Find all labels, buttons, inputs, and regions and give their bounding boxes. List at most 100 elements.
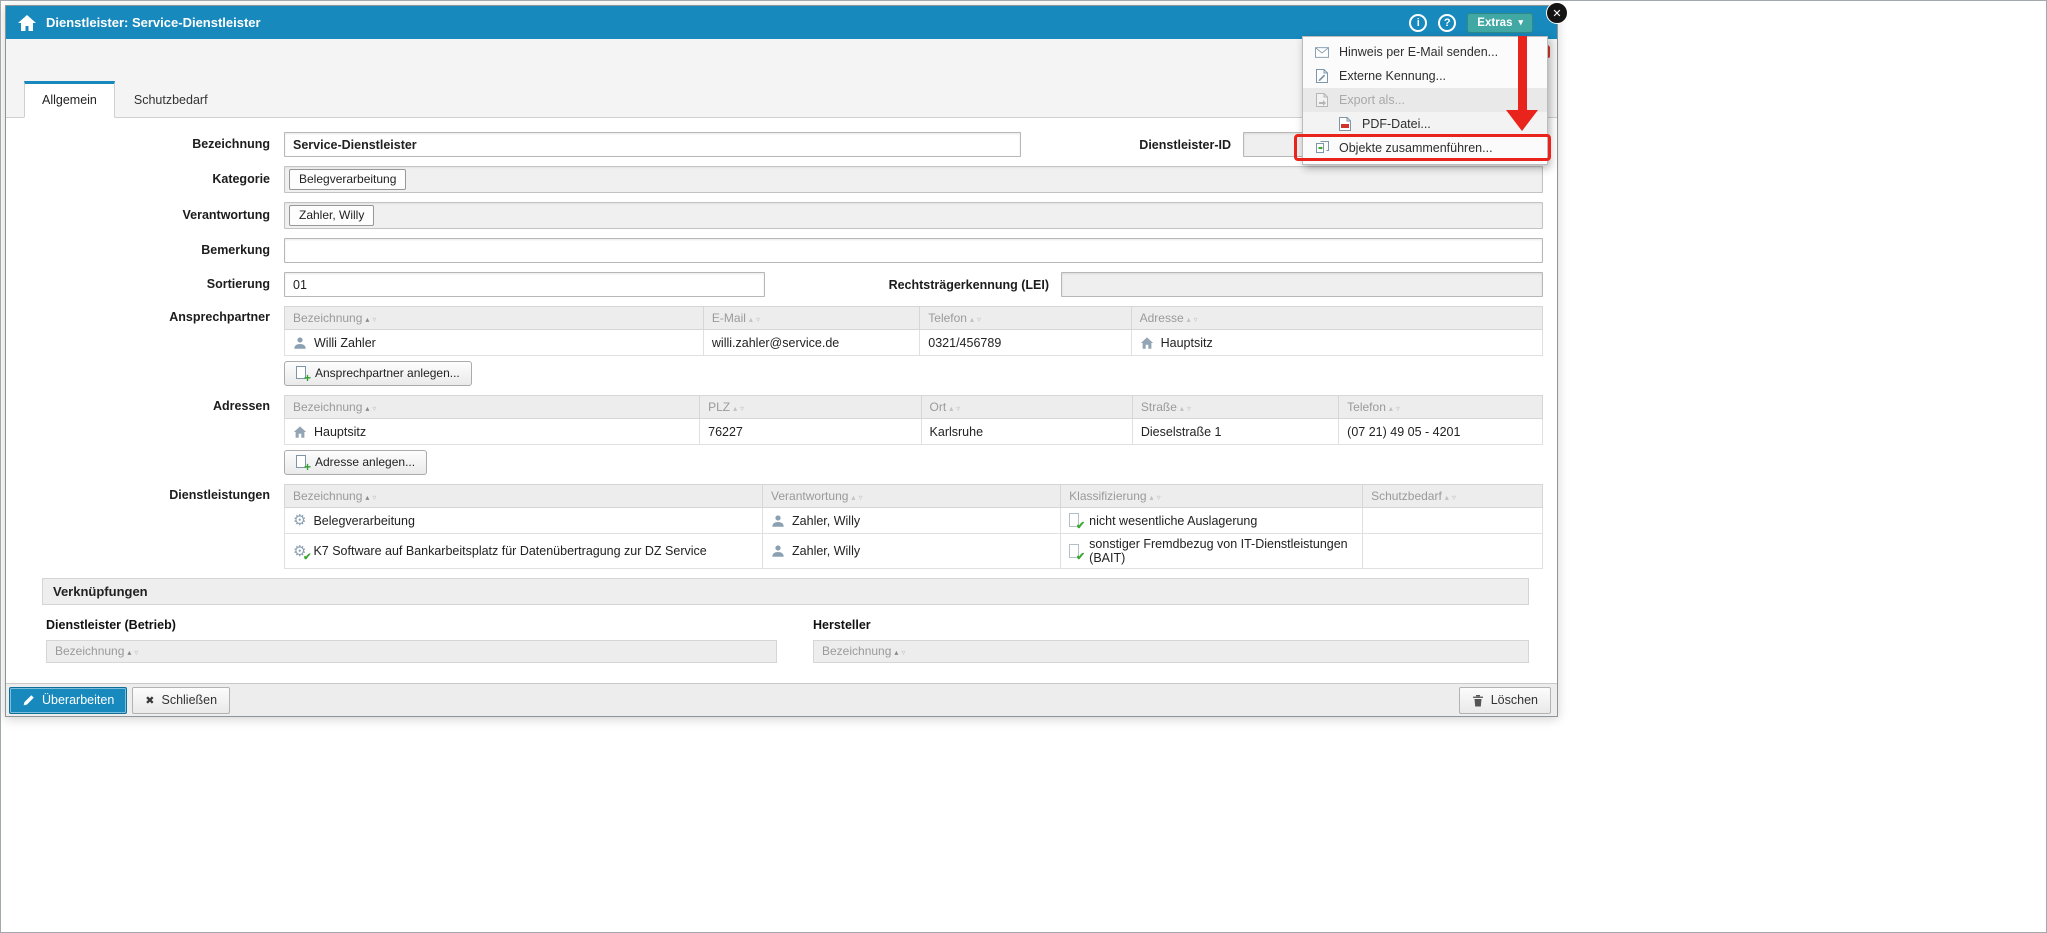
export-icon [1314,93,1330,107]
verantwortung-field[interactable]: Zahler, Willy [284,202,1543,229]
adresse-anlegen-button[interactable]: Adresse anlegen... [284,450,427,475]
add-document-icon [296,455,308,469]
sort-desc-icon: ▿ [1194,315,1198,324]
sort-asc-icon: ▴ [365,404,369,413]
row-adressen: Adressen Bezeichnung▴▿ PLZ▴▿ Ort▴▿ Straß… [6,395,1543,475]
ueberarbeiten-button[interactable]: Überarbeiten [9,687,127,714]
dienstleistungen-table: Bezeichnung▴▿ Verantwortung▴▿ Klassifizi… [284,484,1543,569]
column-header-bezeichnung[interactable]: Bezeichnung▴▿ [285,396,700,419]
bezeichnung-input[interactable] [284,132,1021,157]
tab-schutzbedarf[interactable]: Schutzbedarf [117,81,225,117]
address-icon [1140,336,1154,350]
close-icon[interactable]: ✕ [1546,2,1568,24]
help-icon[interactable]: ? [1438,14,1456,32]
pencil-icon [22,694,35,707]
adressen-label: Adressen [6,395,284,418]
verknuepfungen-header: Verknüpfungen [42,578,1529,605]
classification-icon [1069,513,1082,528]
info-icon[interactable]: i [1409,14,1427,32]
tab-content-allgemein: Bezeichnung Dienstleister-ID Kategorie B… [6,118,1557,683]
column-header-adresse[interactable]: Adresse▴▿ [1131,307,1542,330]
sort-asc-icon: ▴ [894,648,898,657]
lei-input[interactable] [1061,272,1543,297]
classification-icon [1069,544,1082,559]
sort-desc-icon: ▿ [372,493,376,502]
contact-icon [293,336,307,350]
loeschen-button[interactable]: Löschen [1459,687,1551,714]
menu-item-pdf-datei[interactable]: PDF-Datei... [1303,112,1547,136]
close-x-icon: ✖ [145,694,154,707]
row-bemerkung: Bemerkung [6,238,1543,263]
ansprechpartner-anlegen-button[interactable]: Ansprechpartner anlegen... [284,361,472,386]
column-header-klassifizierung[interactable]: Klassifizierung▴▿ [1061,485,1363,508]
hersteller-column-header[interactable]: Bezeichnung▴▿ [813,640,1529,663]
sort-desc-icon: ▿ [956,404,960,413]
verantwortung-chip[interactable]: Zahler, Willy [289,205,374,226]
sort-asc-icon: ▴ [851,493,855,502]
column-header-bezeichnung[interactable]: Bezeichnung▴▿ [285,307,704,330]
kategorie-field[interactable]: Belegverarbeitung [284,166,1543,193]
adressen-table: Bezeichnung▴▿ PLZ▴▿ Ort▴▿ Straße▴▿ Telef… [284,395,1543,445]
row-kategorie: Kategorie Belegverarbeitung [6,166,1543,193]
column-header-telefon[interactable]: Telefon▴▿ [1339,396,1543,419]
sort-asc-icon: ▴ [1389,404,1393,413]
dienstleister-dialog: Dienstleister: Service-Dienstleister i ?… [5,5,1558,717]
column-header-plz[interactable]: PLZ▴▿ [700,396,921,419]
tab-allgemein[interactable]: Allgemein [24,81,115,118]
row-ansprechpartner: Ansprechpartner Bezeichnung▴▿ E-Mail▴▿ T… [6,306,1543,386]
adresse-row[interactable]: Hauptsitz 76227 Karlsruhe Dieselstraße 1… [285,419,1543,445]
verknuepfungen-columns: Dienstleister (Betrieb) Bezeichnung▴▿ He… [46,618,1529,663]
dienstleister-betrieb-column-header[interactable]: Bezeichnung▴▿ [46,640,777,663]
column-header-verantwortung[interactable]: Verantwortung▴▿ [763,485,1061,508]
footer-toolbar: Überarbeiten ✖ Schließen Löschen [6,683,1557,716]
column-header-email[interactable]: E-Mail▴▿ [703,307,919,330]
hersteller-label: Hersteller [813,618,1529,632]
screen: Dienstleister: Service-Dienstleister i ?… [0,0,2047,933]
pdf-icon [1337,117,1353,131]
column-header-ort[interactable]: Ort▴▿ [921,396,1132,419]
merge-icon [1314,141,1330,155]
extras-label: Extras [1477,17,1512,29]
sort-asc-icon: ▴ [365,315,369,324]
extras-button[interactable]: Extras ▾ [1467,13,1533,33]
titlebar-actions: i ? Extras ▾ [1409,13,1545,33]
bezeichnung-label: Bezeichnung [6,132,284,157]
column-header-telefon[interactable]: Telefon▴▿ [920,307,1131,330]
row-sortierung: Sortierung Rechtsträgerkennung (LEI) [6,272,1543,297]
bemerkung-input[interactable] [284,238,1543,263]
kategorie-chip[interactable]: Belegverarbeitung [289,169,406,190]
ansprechpartner-row[interactable]: Willi Zahler willi.zahler@service.de 032… [285,330,1543,356]
ansprechpartner-table: Bezeichnung▴▿ E-Mail▴▿ Telefon▴▿ Adresse… [284,306,1543,356]
window-title: Dienstleister: Service-Dienstleister [46,15,261,30]
sort-desc-icon: ▿ [977,315,981,324]
dienstleistungen-label: Dienstleistungen [6,484,284,507]
menu-item-objekte-zusammenfuehren[interactable]: Objekte zusammenführen... [1303,136,1547,160]
sort-asc-icon: ▴ [749,315,753,324]
menu-item-externe-kennung[interactable]: Externe Kennung... [1303,64,1547,88]
sort-asc-icon: ▴ [127,648,131,657]
menu-item-hinweis-email[interactable]: Hinweis per E-Mail senden... [1303,40,1547,64]
sortierung-label: Sortierung [6,272,284,297]
sort-desc-icon: ▿ [1452,493,1456,502]
verantwortung-label: Verantwortung [6,203,284,228]
dienstleistung-row[interactable]: ⚙ K7 Software auf Bankarbeitsplatz für D… [285,534,1543,569]
person-icon [771,544,785,558]
sort-desc-icon: ▿ [858,493,862,502]
titlebar: Dienstleister: Service-Dienstleister i ?… [6,6,1557,39]
column-header-bezeichnung[interactable]: Bezeichnung▴▿ [285,485,763,508]
service-checked-icon: ⚙ [293,544,306,559]
sort-asc-icon: ▴ [733,404,737,413]
sort-asc-icon: ▴ [949,404,953,413]
schliessen-button[interactable]: ✖ Schließen [132,687,230,714]
column-header-schutzbedarf[interactable]: Schutzbedarf▴▿ [1363,485,1543,508]
add-document-icon [296,366,308,380]
sort-desc-icon: ▿ [756,315,760,324]
dienstleistung-row[interactable]: ⚙ Belegverarbeitung Zahler, Willy nicht … [285,508,1543,534]
sort-desc-icon: ▿ [372,404,376,413]
sort-asc-icon: ▴ [1180,404,1184,413]
column-header-strasse[interactable]: Straße▴▿ [1132,396,1338,419]
sortierung-input[interactable] [284,272,765,297]
home-icon [18,15,36,31]
sort-desc-icon: ▿ [1396,404,1400,413]
chevron-down-icon: ▾ [1518,17,1523,28]
